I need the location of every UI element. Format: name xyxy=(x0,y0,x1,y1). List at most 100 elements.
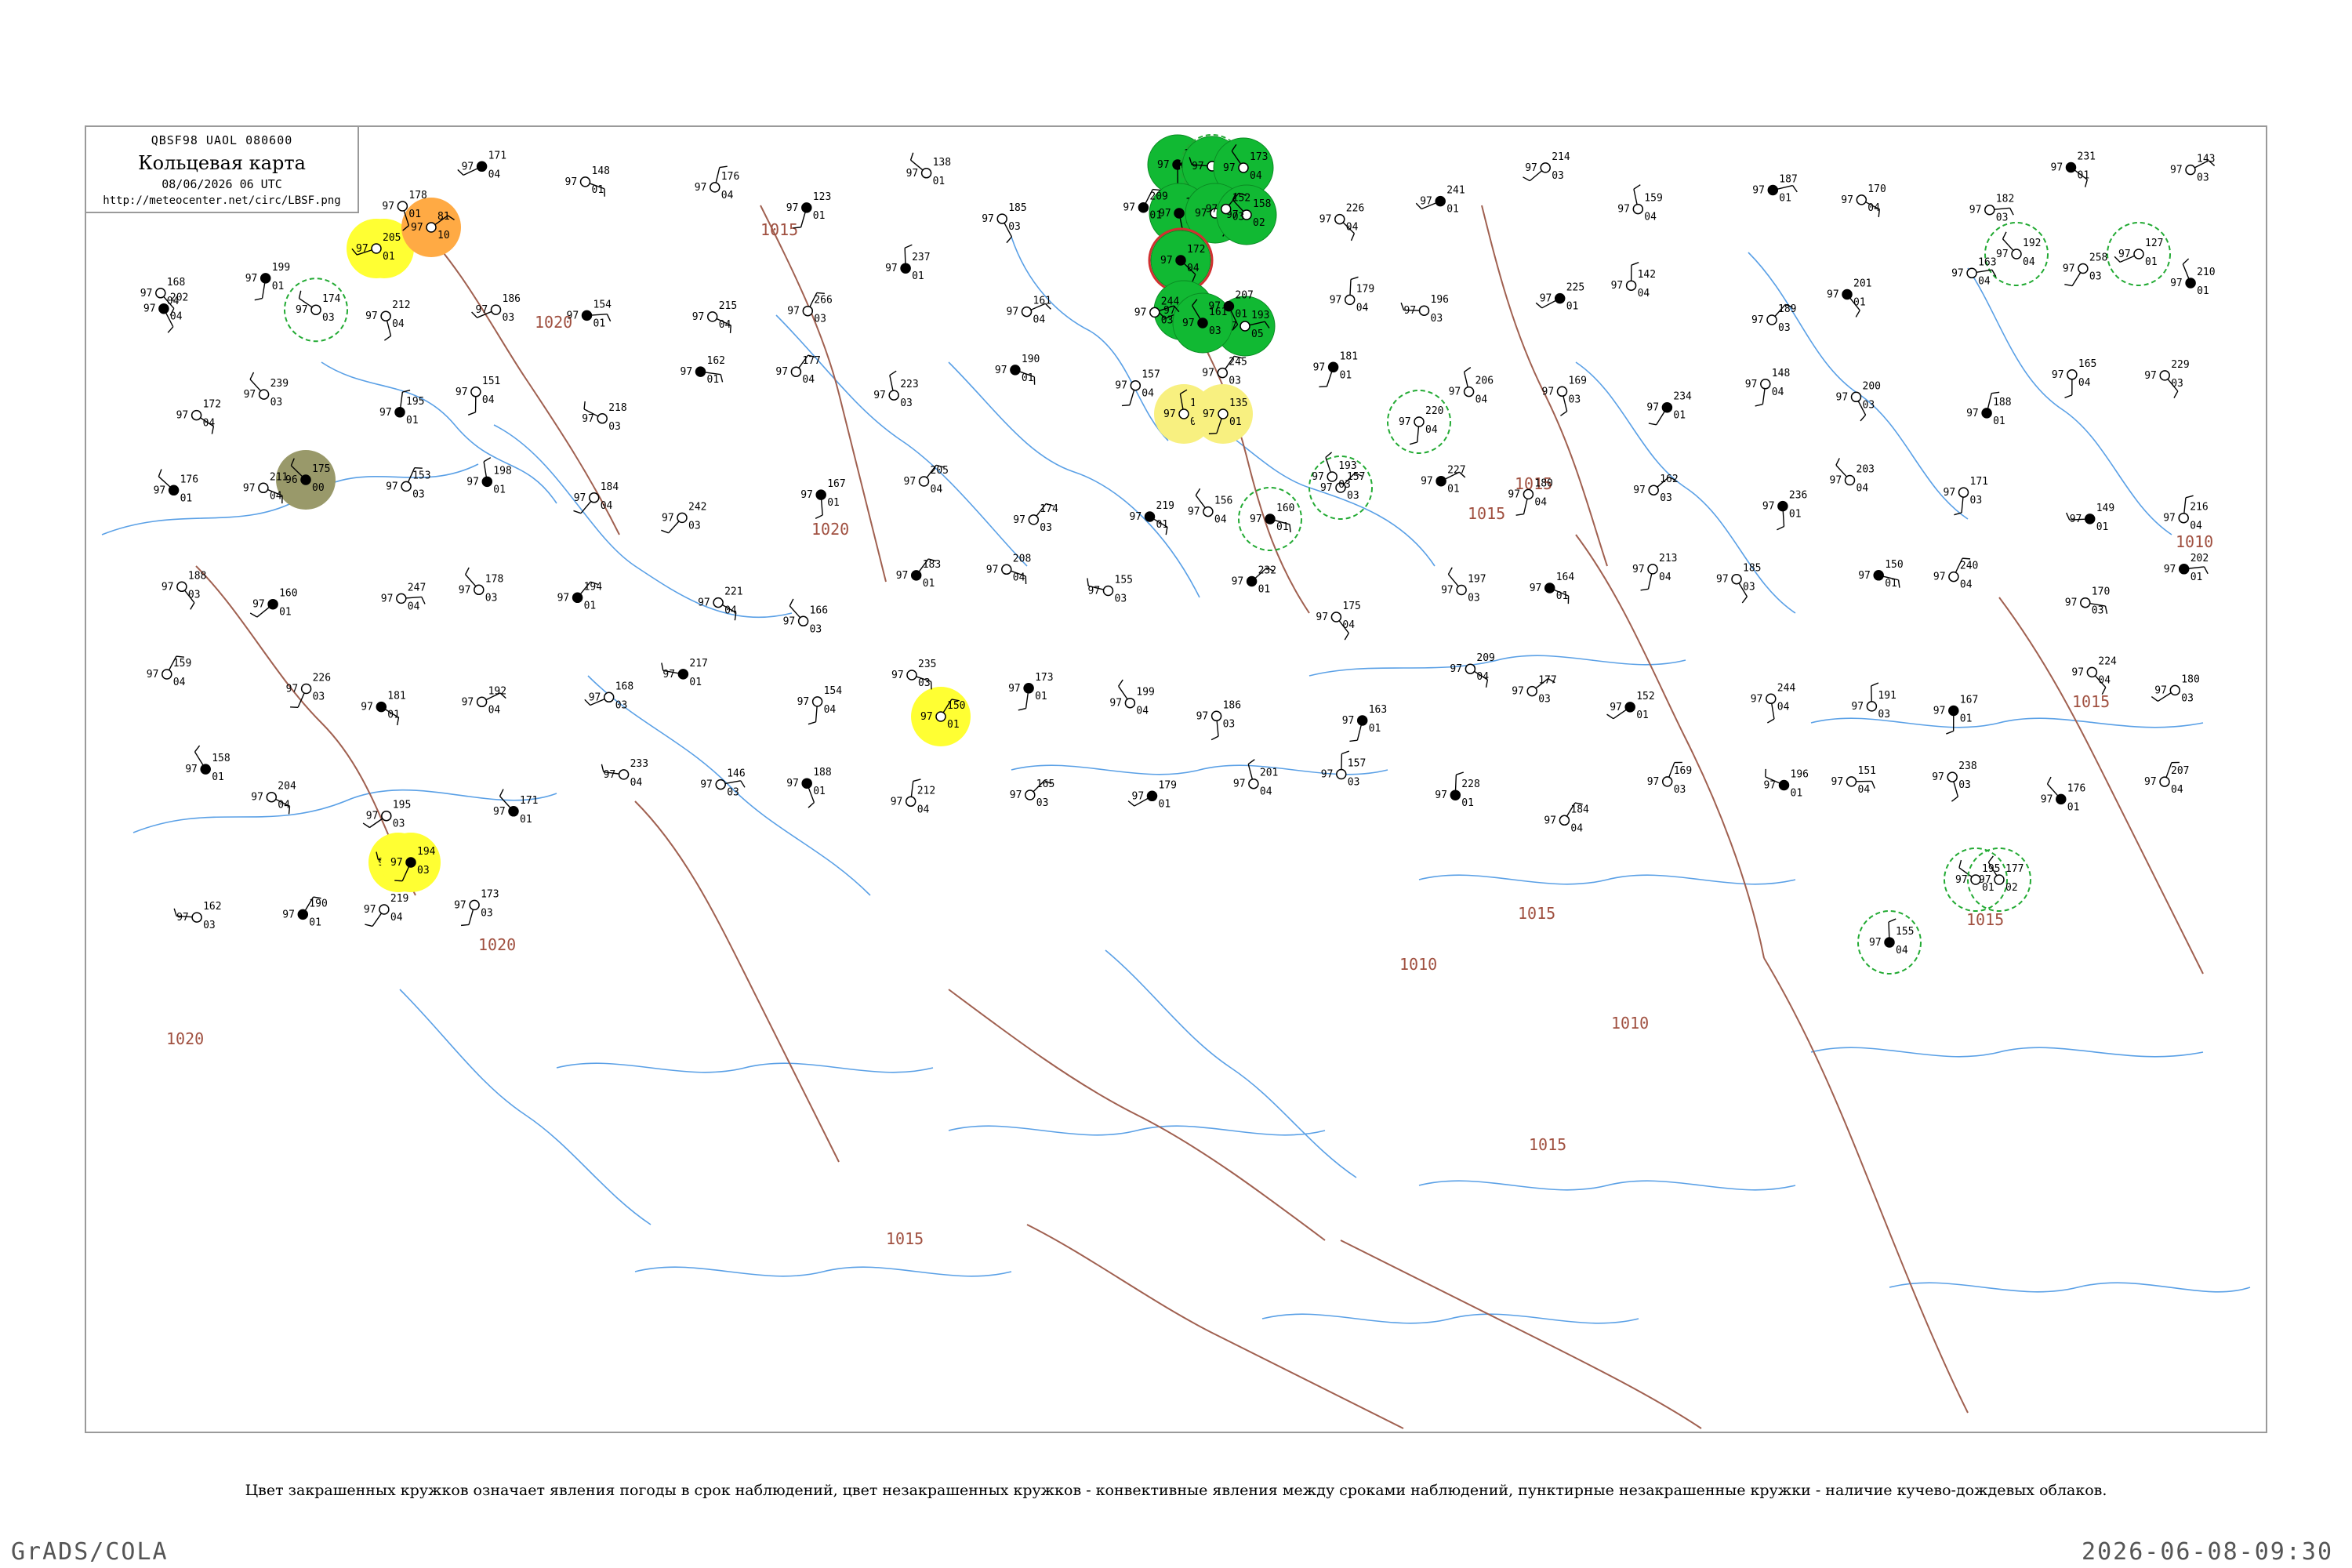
station-marker: 226 97 04 xyxy=(1319,203,1364,241)
station-marker: 239 97 03 xyxy=(244,372,289,408)
temperature-value: 97 xyxy=(493,806,506,818)
station-circle-icon xyxy=(801,778,812,789)
wind-barb-icon xyxy=(1871,685,1872,702)
station-marker: 189 97 03 xyxy=(1751,303,1796,334)
pressure-value: 189 xyxy=(1778,303,1796,315)
station-marker: 181 97 01 xyxy=(361,691,406,726)
dewpoint-value: 01 xyxy=(1446,204,1459,216)
pressure-value: 190 xyxy=(309,898,327,909)
wind-barb-feather-icon xyxy=(383,335,391,341)
station-circle-icon xyxy=(1197,318,1208,328)
temperature-value: 97 xyxy=(1762,501,1775,513)
station-marker: 173 97 01 xyxy=(1008,672,1054,711)
temperature-value: 97 xyxy=(356,243,368,255)
station-circle-icon xyxy=(2080,597,2091,608)
wind-barb-feather-icon xyxy=(1958,859,1962,868)
isobar-label: 1015 xyxy=(1468,504,1505,523)
dewpoint-value: 01 xyxy=(1340,369,1352,381)
dewpoint-value: 03 xyxy=(1431,313,1443,325)
temperature-value: 97 xyxy=(1223,162,1236,174)
station-circle-icon xyxy=(1178,408,1189,419)
station-marker: 188 97 01 xyxy=(786,767,832,808)
wind-barb-feather-icon xyxy=(1855,310,1860,318)
pressure-value: 186 xyxy=(503,293,521,305)
dewpoint-value: 03 xyxy=(1040,522,1052,534)
temperature-value: 97 xyxy=(1716,574,1729,586)
wind-barb-feather-icon xyxy=(190,602,195,610)
wind-barb-feather-icon xyxy=(816,292,825,295)
dewpoint-value: 04 xyxy=(167,296,180,307)
station-marker: 210 97 01 xyxy=(2170,258,2216,297)
station-circle-icon xyxy=(1544,583,1555,593)
wind-barb-feather-icon xyxy=(167,326,174,333)
pressure-value: 157 xyxy=(1348,758,1366,770)
wind-barb-icon xyxy=(1762,388,1766,405)
station-circle-icon xyxy=(1124,697,1136,709)
dewpoint-value: 01 xyxy=(813,210,826,222)
pressure-value: 178 xyxy=(485,573,503,585)
isobar-label: 1010 xyxy=(1611,1014,1649,1033)
station-marker: 188 97 03 xyxy=(162,570,206,610)
pressure-value: 177 xyxy=(2005,863,2024,875)
dewpoint-value: 04 xyxy=(1142,388,1154,400)
station-marker: 186 97 03 xyxy=(471,293,521,324)
temperature-value: 97 xyxy=(2063,263,2075,275)
station-circle-icon xyxy=(695,366,706,377)
temperature-value: 97 xyxy=(1008,683,1021,695)
station-marker: 212 97 04 xyxy=(891,779,935,815)
station-marker: 235 97 03 xyxy=(891,659,936,690)
pressure-value: 165 xyxy=(2078,358,2096,370)
temperature-value: 97 xyxy=(1540,293,1552,305)
temperature-value: 97 xyxy=(1646,402,1659,414)
station-marker: 227 97 01 xyxy=(1421,465,1465,495)
dewpoint-value: 03 xyxy=(1468,593,1480,604)
station-circle-icon xyxy=(426,222,437,233)
wind-barb-feather-icon xyxy=(1515,514,1524,516)
station-marker: 233 97 04 xyxy=(601,758,648,789)
station-marker: 224 97 04 xyxy=(2071,655,2117,695)
temperature-value: 97 xyxy=(1944,487,1956,499)
station-marker: 218 97 03 xyxy=(582,401,627,433)
temperature-value: 97 xyxy=(574,492,586,504)
temperature-value: 97 xyxy=(1508,488,1520,500)
station-marker: 192 97 04 xyxy=(462,685,506,716)
temperature-value: 97 xyxy=(1115,380,1127,392)
temperature-value: 97 xyxy=(1752,185,1765,197)
pressure-value: 151 xyxy=(1858,765,1876,777)
dewpoint-value: 03 xyxy=(2181,692,2194,704)
station-circle-icon xyxy=(1144,511,1156,522)
title-box: QBSF98 UAOL 080600 Кольцевая карта 08/06… xyxy=(85,125,359,213)
dewpoint-value: 01 xyxy=(1022,372,1034,384)
temperature-value: 97 xyxy=(1202,368,1214,379)
wind-barb-feather-icon xyxy=(1631,262,1639,266)
wind-barb-feather-icon xyxy=(1018,707,1026,711)
station-marker: 152 97 01 xyxy=(1606,691,1655,721)
station-marker: 162 97 01 xyxy=(681,355,725,386)
dewpoint-value: 03 xyxy=(1958,779,1971,791)
dewpoint-value: 03 xyxy=(2092,605,2104,617)
dewpoint-value: 04 xyxy=(1772,387,1784,398)
dewpoint-value: 04 xyxy=(2098,674,2111,686)
isobar-label: 1020 xyxy=(478,935,516,954)
pressure-value: 194 xyxy=(584,581,603,593)
pressure-value: 185 xyxy=(1008,202,1026,214)
temperature-value: 97 xyxy=(2144,370,2157,382)
wind-barb-icon xyxy=(1349,279,1352,296)
wind-barb-feather-icon xyxy=(194,745,201,753)
temperature-value: 97 xyxy=(692,311,705,323)
dewpoint-value: 01 xyxy=(1885,578,1897,590)
dewpoint-value: 04 xyxy=(1033,314,1046,326)
station-marker: 81 97 10 xyxy=(401,198,461,257)
isobar-label: 1015 xyxy=(1518,904,1555,923)
pressure-value: 231 xyxy=(2078,151,2096,163)
dewpoint-value: 01 xyxy=(1636,710,1649,721)
wind-barb-feather-icon xyxy=(467,412,476,416)
temperature-value: 97 xyxy=(1399,416,1411,428)
pressure-value: 168 xyxy=(167,277,185,289)
station-circle-icon xyxy=(572,592,583,604)
temperature-value: 97 xyxy=(1188,506,1200,518)
dewpoint-value: 01 xyxy=(827,497,840,509)
pressure-value: 150 xyxy=(947,700,965,712)
station-circle-icon xyxy=(1450,789,1461,800)
temperature-value: 97 xyxy=(1751,693,1763,705)
